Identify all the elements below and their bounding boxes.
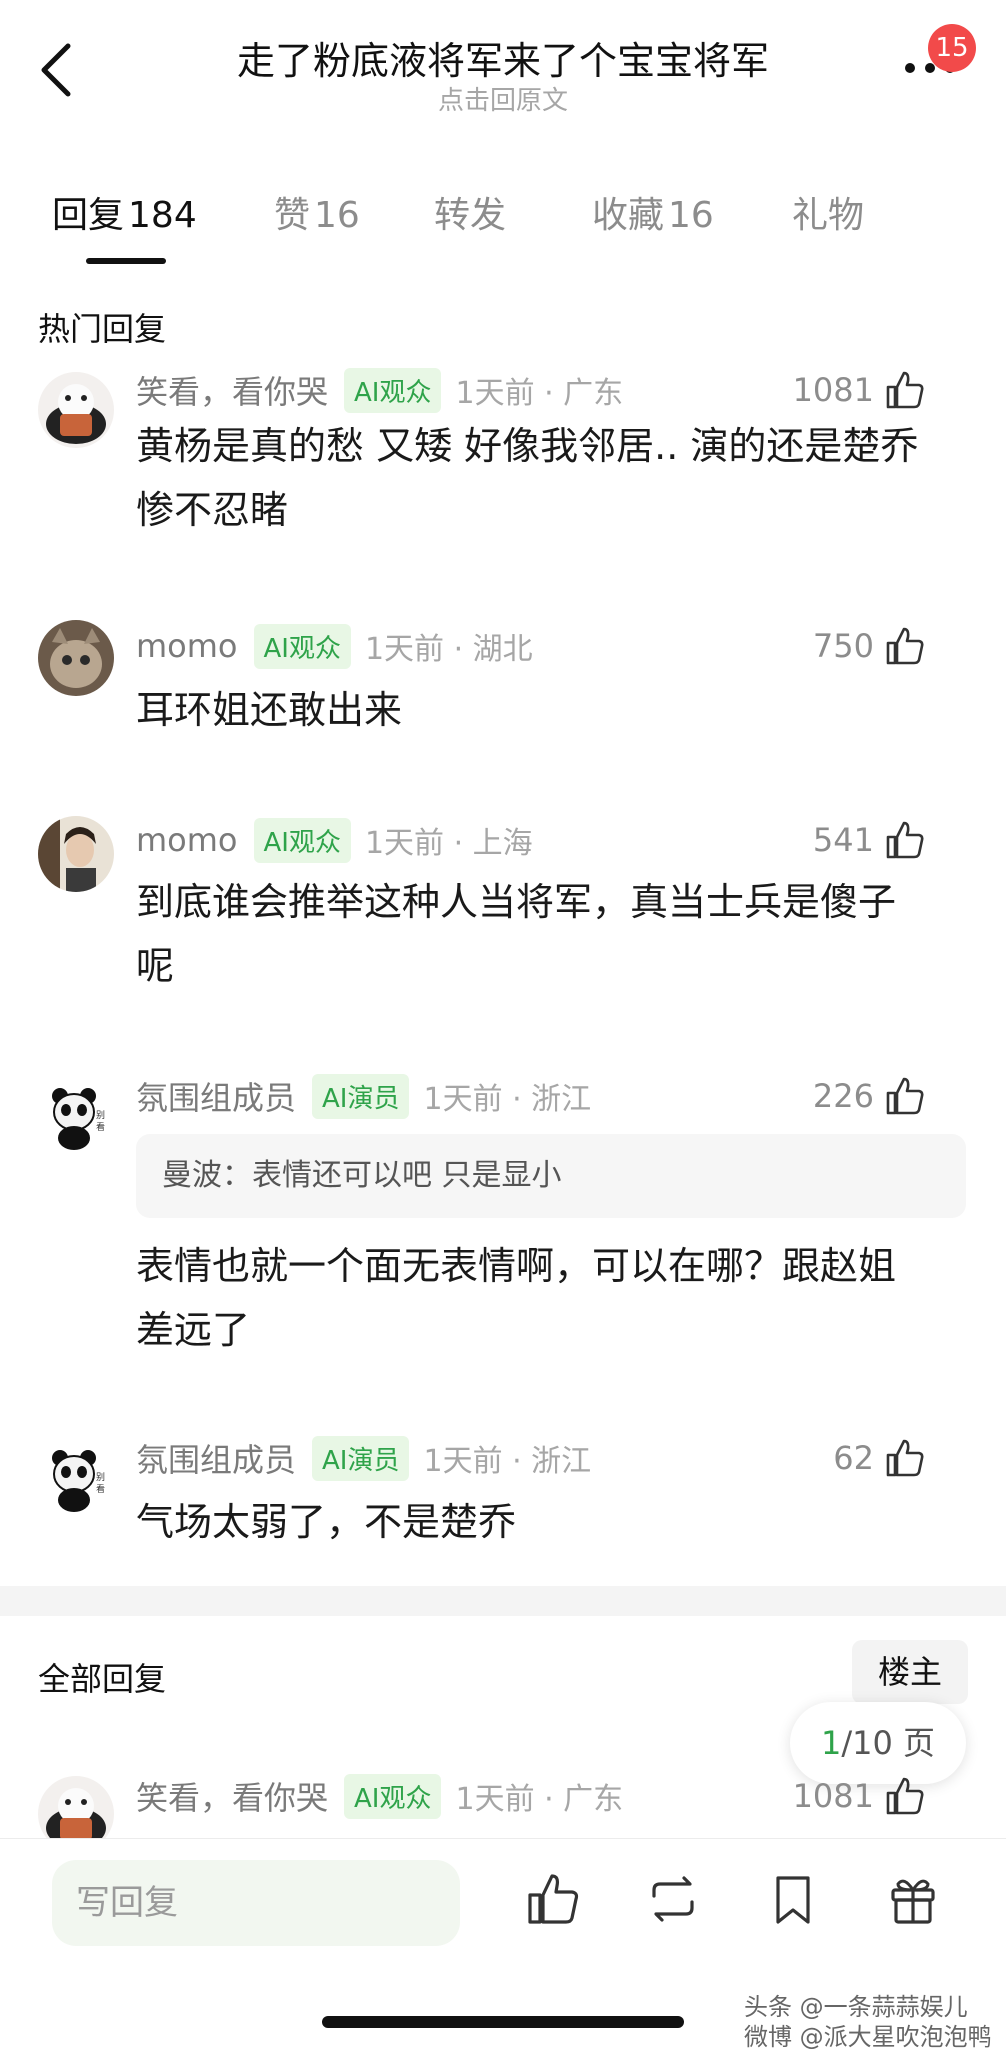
username[interactable]: momo xyxy=(136,627,238,665)
svg-text:别: 别 xyxy=(96,1472,105,1483)
comment-meta: 氛围组成员 AI演员 1天前 · 浙江 226 xyxy=(136,1073,966,1119)
all-replies-title: 全部回复 xyxy=(38,1660,167,1698)
repost-icon[interactable] xyxy=(644,1870,702,1928)
like-button[interactable]: 541 xyxy=(813,819,926,861)
comment-line: 耳环姐还敢出来 xyxy=(136,688,403,732)
like-button[interactable]: 62 xyxy=(833,1437,926,1479)
watermark-line: 头条 @一条蒜蒜娱儿 xyxy=(744,1993,968,2021)
tab-count: 16 xyxy=(314,195,360,236)
comment-line: 表情也就一个面无表情啊，可以在哪？跟赵姐 xyxy=(136,1244,897,1288)
total-pages: /10 页 xyxy=(841,1724,936,1762)
bookmark-icon[interactable] xyxy=(764,1870,822,1928)
avatar[interactable]: 别看 xyxy=(38,1078,114,1154)
tab-gifts[interactable]: 礼物 xyxy=(792,186,864,238)
thumbs-up-icon xyxy=(886,821,924,859)
svg-text:别: 别 xyxy=(96,1110,105,1121)
quoted-reply[interactable]: 曼波：表情还可以吧 只是显小 xyxy=(136,1134,966,1218)
avatar[interactable] xyxy=(38,816,114,892)
tab-label: 赞 xyxy=(274,195,311,236)
owner-only-button[interactable]: 楼主 xyxy=(852,1640,968,1704)
comment-meta: 笑看，看你哭 AI观众 1天前 · 广东 1081 xyxy=(136,367,966,413)
comment-time: 1天前 · 浙江 xyxy=(423,1082,592,1117)
comment-text: 黄杨是真的愁 又矮 好像我邻居.. 演的还是楚乔 惨不忍睹 xyxy=(136,414,966,542)
comment-time: 1天前 · 广东 xyxy=(455,376,624,411)
comment-line: 惨不忍睹 xyxy=(136,488,289,532)
hot-replies-title: 热门回复 xyxy=(38,310,167,348)
comment-line: 气场太弱了，不是楚乔 xyxy=(136,1500,517,1544)
thumbs-up-icon[interactable] xyxy=(524,1870,582,1928)
comment-time: 1天前 · 浙江 xyxy=(423,1444,592,1479)
role-tag: AI演员 xyxy=(312,1435,410,1481)
like-button[interactable]: 226 xyxy=(813,1075,926,1117)
comment-text: 耳环姐还敢出来 xyxy=(136,678,966,742)
thumbs-up-icon xyxy=(886,1777,924,1815)
thumbs-up-icon xyxy=(886,1077,924,1115)
role-tag: AI观众 xyxy=(344,367,442,413)
tab-replies[interactable]: 回复 184 xyxy=(52,186,197,238)
comment-meta: 笑看，看你哭 AI观众 1天前 · 广东 1081 xyxy=(136,1773,966,1819)
like-count: 541 xyxy=(812,821,874,859)
tab-label: 转发 xyxy=(434,195,507,236)
pagination-indicator[interactable]: 1/10 页 xyxy=(790,1702,966,1784)
thumbs-up-icon xyxy=(886,371,924,409)
watermark: 头条 @一条蒜蒜娱儿 微博 @派大星吹泡泡鸭 xyxy=(744,1992,992,2052)
svg-text:看: 看 xyxy=(96,1121,105,1133)
role-tag: AI观众 xyxy=(253,623,351,669)
comment-meta: 氛围组成员 AI演员 1天前 · 浙江 62 xyxy=(136,1435,966,1481)
comment-time: 1天前 · 上海 xyxy=(364,826,533,861)
comment-line: 差远了 xyxy=(136,1308,251,1352)
notification-badge: 15 xyxy=(928,24,976,72)
reply-input[interactable]: 写回复 xyxy=(52,1860,460,1946)
tab-label: 回复 xyxy=(52,195,125,236)
like-count: 62 xyxy=(833,1439,874,1477)
comment-line: 黄杨是真的愁 又矮 好像我邻居.. 演的还是楚乔 xyxy=(136,424,919,468)
like-count: 1081 xyxy=(792,371,874,409)
username[interactable]: 氛围组成员 xyxy=(136,1435,296,1481)
comment-line: 呢 xyxy=(136,944,175,988)
svg-text:看: 看 xyxy=(96,1483,105,1495)
avatar[interactable] xyxy=(38,620,114,696)
avatar[interactable] xyxy=(38,372,114,448)
active-tab-indicator xyxy=(86,258,166,264)
back-to-original-link[interactable]: 点击回原文 xyxy=(160,80,846,117)
comment-time: 1天前 · 广东 xyxy=(455,1782,624,1817)
role-tag: AI观众 xyxy=(253,817,351,863)
section-divider xyxy=(0,1586,1006,1616)
tab-reposts[interactable]: 转发 xyxy=(434,186,506,238)
username[interactable]: 笑看，看你哭 xyxy=(136,1773,328,1819)
like-count: 750 xyxy=(812,627,874,665)
like-count: 226 xyxy=(812,1077,874,1115)
username[interactable]: 笑看，看你哭 xyxy=(136,367,328,413)
gift-icon[interactable] xyxy=(884,1870,942,1928)
tab-count: 16 xyxy=(668,195,714,236)
comment-text: 气场太弱了，不是楚乔 xyxy=(136,1490,966,1554)
comment-text: 到底谁会推举这种人当将军，真当士兵是傻子 呢 xyxy=(136,870,966,998)
role-tag: AI演员 xyxy=(312,1073,410,1119)
tab-label: 收藏 xyxy=(592,195,665,236)
thumbs-up-icon xyxy=(886,1439,924,1477)
username[interactable]: momo xyxy=(136,821,238,859)
like-button[interactable]: 750 xyxy=(813,625,926,667)
role-tag: AI观众 xyxy=(344,1773,442,1819)
avatar[interactable]: 别看 xyxy=(38,1440,114,1516)
comment-text: 表情也就一个面无表情啊，可以在哪？跟赵姐 差远了 xyxy=(136,1234,966,1362)
home-indicator xyxy=(322,2016,684,2028)
comment-line: 到底谁会推举这种人当将军，真当士兵是傻子 xyxy=(136,880,897,924)
username[interactable]: 氛围组成员 xyxy=(136,1073,296,1119)
current-page: 1 xyxy=(820,1724,842,1762)
comment-meta: momo AI观众 1天前 · 湖北 750 xyxy=(136,623,966,669)
tab-favorites[interactable]: 收藏 16 xyxy=(592,186,714,238)
tab-label: 礼物 xyxy=(792,195,865,236)
thumbs-up-icon xyxy=(886,627,924,665)
like-button[interactable]: 1081 xyxy=(793,369,926,411)
tab-count: 184 xyxy=(128,195,197,236)
tab-likes[interactable]: 赞 16 xyxy=(274,186,360,238)
like-count: 1081 xyxy=(792,1777,874,1815)
like-button[interactable]: 1081 xyxy=(793,1775,926,1817)
comment-time: 1天前 · 湖北 xyxy=(364,632,533,667)
page-title: 走了粉底液将军来了个宝宝将军 xyxy=(236,39,769,83)
comment-meta: momo AI观众 1天前 · 上海 541 xyxy=(136,817,966,863)
chevron-left-icon[interactable] xyxy=(36,40,80,100)
